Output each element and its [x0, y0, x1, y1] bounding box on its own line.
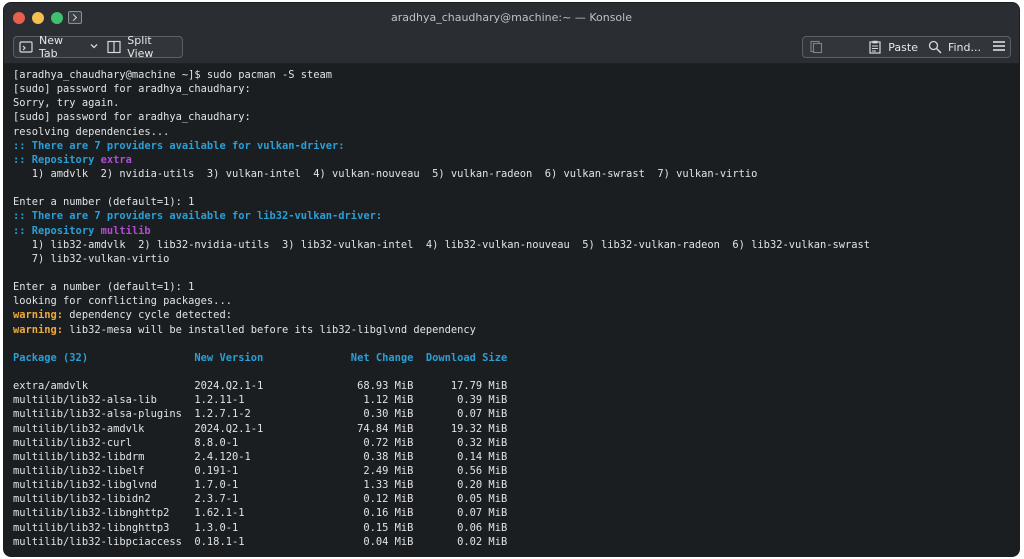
split-view-label: Split View	[127, 34, 154, 60]
package-table-header: Package (32) New Version Net Change Down…	[13, 351, 508, 364]
new-tab-icon	[19, 40, 33, 54]
new-tab-label: New Tab	[39, 34, 63, 60]
paste-icon	[868, 40, 882, 54]
repository-prefix: :: Repository	[13, 153, 101, 166]
providers-heading: :: There are 7 providers available for l…	[13, 210, 383, 223]
warning-label: warning:	[13, 309, 64, 322]
package-row: multilib/lib32-amdvlk 2024.Q2.1-1 74.84 …	[13, 422, 508, 435]
repository-line: :: Repository multilib	[13, 224, 1019, 238]
providers-heading: :: There are 7 providers available for v…	[13, 139, 345, 152]
terminal-output: [aradhya_chaudhary@machine ~]$ sudo pacm…	[4, 64, 1019, 549]
tab-controls: New Tab Split View	[13, 34, 183, 60]
package-row: multilib/lib32-libidn2 2.3.7-1 0.12 MiB …	[13, 493, 508, 506]
find-label: Find...	[947, 40, 981, 54]
output-line: looking for conflicting packages...	[13, 295, 232, 308]
repository-line: :: Repository extra	[13, 153, 1019, 167]
provider-options: 7) lib32-vulkan-virtio	[13, 252, 170, 265]
paste-label: Paste	[888, 40, 918, 54]
hamburger-menu-icon	[992, 39, 1006, 56]
package-row: multilib/lib32-libpciaccess 0.18.1-1 0.0…	[13, 535, 508, 548]
command-line: [aradhya_chaudhary@machine ~]$ sudo pacm…	[13, 69, 333, 81]
window-title: aradhya_chaudhary@machine:~ — Konsole	[390, 11, 632, 24]
warning-text: dependency cycle detected:	[63, 309, 232, 322]
provider-options: 1) lib32-amdvlk 2) lib32-nvidia-utils 3)…	[13, 238, 871, 251]
konsole-window: aradhya_chaudhary@machine:~ — Konsole Ne…	[4, 3, 1019, 556]
package-row: multilib/lib32-libelf 0.191-1 2.49 MiB 0…	[13, 464, 508, 477]
output-line: resolving dependencies...	[13, 125, 170, 138]
warning-text: lib32-mesa will be installed before its …	[63, 323, 476, 336]
toolbar: New Tab Split View Paste Find...	[4, 33, 1019, 64]
package-row: multilib/lib32-libdrm 2.4.120-1 0.38 MiB…	[13, 450, 508, 463]
paste-button[interactable]: Paste	[863, 37, 923, 57]
input-line: Enter a number (default=1): 1	[13, 196, 195, 209]
hamburger-menu-button[interactable]	[986, 37, 1010, 57]
package-row: multilib/lib32-libglvnd 1.7.0-1 1.33 MiB…	[13, 479, 508, 492]
split-view-icon	[107, 40, 121, 54]
warning-line: warning: dependency cycle detected:	[13, 308, 1019, 322]
chevron-down-icon	[89, 41, 99, 54]
title-bar: aradhya_chaudhary@machine:~ — Konsole	[4, 3, 1019, 33]
search-icon	[928, 40, 942, 54]
terminal-view[interactable]: [aradhya_chaudhary@machine ~]$ sudo pacm…	[4, 64, 1019, 556]
warning-label: warning:	[13, 323, 64, 336]
package-row: multilib/lib32-libnghttp2 1.62.1-1 0.16 …	[13, 507, 508, 520]
split-view-button[interactable]: Split View	[102, 34, 182, 60]
repository-name: extra	[100, 153, 132, 166]
copy-icon	[809, 40, 823, 54]
package-row: multilib/lib32-alsa-plugins 1.2.7.1-2 0.…	[13, 408, 508, 421]
new-tab-button[interactable]: New Tab	[14, 34, 86, 60]
warning-line: warning: lib32-mesa will be installed be…	[13, 323, 1019, 337]
output-line: [sudo] password for aradhya_chaudhary:	[13, 111, 251, 124]
package-row: extra/amdvlk 2024.Q2.1-1 68.93 MiB 17.79…	[13, 380, 508, 393]
repository-prefix: :: Repository	[13, 224, 101, 237]
package-row: multilib/lib32-libnghttp3 1.3.0-1 0.15 M…	[13, 521, 508, 534]
repository-name: multilib	[100, 224, 151, 237]
provider-options: 1) amdvlk 2) nvidia-utils 3) vulkan-inte…	[13, 167, 758, 180]
package-row: multilib/lib32-curl 8.8.0-1 0.72 MiB 0.3…	[13, 436, 508, 449]
copy-button[interactable]	[803, 37, 831, 57]
package-row: multilib/lib32-alsa-lib 1.2.11-1 1.12 Mi…	[13, 394, 508, 407]
find-button[interactable]: Find...	[923, 37, 986, 57]
output-line: [sudo] password for aradhya_chaudhary:	[13, 83, 251, 96]
input-line: Enter a number (default=1): 1	[13, 281, 195, 294]
new-tab-menu-button[interactable]	[86, 37, 102, 57]
output-line: Sorry, try again.	[13, 97, 120, 110]
edit-controls: Paste Find...	[802, 36, 1011, 58]
